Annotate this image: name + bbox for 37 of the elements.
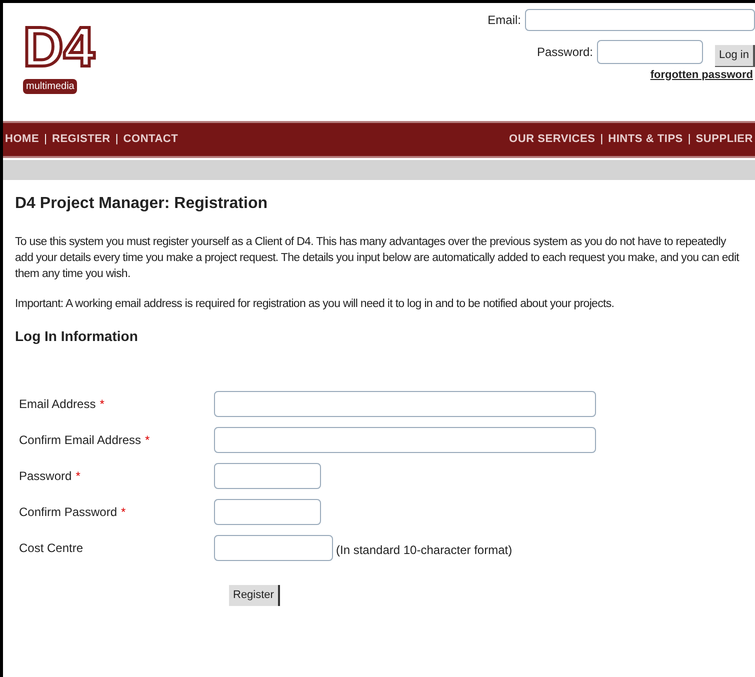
input-field[interactable] <box>214 427 596 453</box>
required-marker: * <box>76 468 80 485</box>
input-field[interactable] <box>214 391 596 417</box>
input-field[interactable] <box>214 535 333 561</box>
nav-link[interactable]: SUPPLIER <box>696 131 753 148</box>
email-label: Email: <box>488 12 521 29</box>
field-label: Cost Centre <box>19 540 84 557</box>
field-hint: (In standard 10-character format) <box>336 542 512 559</box>
nav-separator: | <box>688 132 691 148</box>
field-label: Confirm Email Address <box>19 432 142 449</box>
forgotten-password-link[interactable]: forgotten password <box>650 66 753 83</box>
logo: D4 multimedia <box>23 15 97 96</box>
password-field[interactable] <box>597 40 704 64</box>
nav-link[interactable]: REGISTER <box>52 131 110 148</box>
page-title: D4 Project Manager: Registration <box>15 194 268 214</box>
nav-separator: | <box>600 132 604 148</box>
nav-link[interactable]: CONTACT <box>123 131 178 148</box>
nav-separator: | <box>115 132 118 148</box>
field-label: Password <box>19 468 72 485</box>
required-marker: * <box>121 504 126 521</box>
intro-paragraph: Important: A working email address is required for registration as you will need it to log in and to be notified about your projects. <box>15 297 616 312</box>
input-field[interactable] <box>214 463 321 489</box>
nav-link[interactable]: OUR SERVICES <box>509 131 596 148</box>
input-field[interactable] <box>214 499 321 525</box>
nav-link[interactable]: HINTS & TIPS <box>608 131 683 148</box>
nav-separator: | <box>44 132 47 148</box>
login-button[interactable]: Log in <box>715 45 755 66</box>
field-label: Confirm Password <box>19 504 118 521</box>
required-marker: * <box>100 396 104 413</box>
required-marker: * <box>145 432 150 449</box>
register-button[interactable]: Register <box>229 585 280 606</box>
password-label: Password: <box>536 44 594 61</box>
field-label: Email Address <box>19 396 96 413</box>
intro-paragraph: To use this system you must register yourself as a Client of D4. This has many advantages over the previous system as you do not have to repeatedly add your details every time you make a project request. The details you input below are automatically added to each request you make, and you can edit them any time you wish. <box>15 235 740 282</box>
section-title: Log In Information <box>15 327 139 346</box>
nav-link[interactable]: HOME <box>5 131 40 148</box>
email-field[interactable] <box>525 9 755 31</box>
